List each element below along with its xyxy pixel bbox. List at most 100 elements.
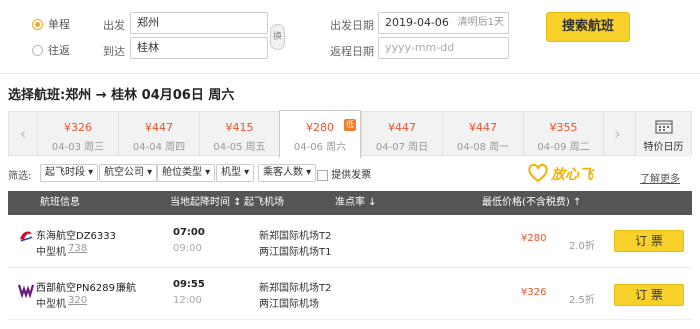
filter-passengers[interactable]: 乘客人数 ▾	[258, 164, 317, 182]
learn-more-link[interactable]: 了解更多	[640, 170, 680, 185]
arrive-time: 09:00	[173, 243, 202, 254]
discount: 2.5折	[569, 295, 595, 306]
depart-city-input[interactable]: 郑州	[130, 12, 268, 34]
radio-dot-icon	[32, 44, 43, 56]
heart-icon	[528, 163, 548, 183]
date-label: 04-05 周五	[213, 142, 266, 153]
filter-text: 乘客人数	[263, 167, 303, 178]
filter-text: 航空公司	[104, 167, 144, 178]
date-label: 04-06 周六	[293, 142, 347, 153]
date-tab[interactable]: ¥355 04-09 周二	[523, 112, 603, 157]
filter-departure-time[interactable]: 起飞时段 ▾	[40, 164, 99, 182]
promo-text: 放心飞	[551, 167, 593, 183]
flight-price: ¥280	[521, 233, 547, 244]
next-dates-button[interactable]: ›	[603, 112, 631, 157]
date-label: 04-04 周四	[132, 142, 186, 153]
header-price[interactable]: 最低价格(不含税费) ↑	[482, 191, 581, 215]
depart-date-label: 出发日期	[330, 19, 374, 32]
divider	[0, 73, 700, 74]
airline-flight-no: 西部航空PN6289	[36, 283, 115, 294]
date-price: ¥447	[469, 121, 497, 134]
depart-time: 07:00	[173, 227, 205, 238]
calendar-label: 特价日历	[643, 142, 684, 153]
checkbox-icon	[317, 169, 328, 181]
date-price: ¥447	[145, 121, 173, 134]
search-flights-button[interactable]: 搜索航班	[546, 12, 630, 42]
low-cost-tag: 廉航	[116, 283, 136, 294]
radio-dot-icon	[32, 18, 43, 30]
arrive-airport: 两江国际机场	[259, 299, 319, 310]
date-label: 04-09 周二	[537, 142, 590, 153]
discount: 2.0折	[569, 241, 595, 252]
date-tab[interactable]: ¥447 04-04 周四	[118, 112, 199, 157]
lowest-price-tag: 低	[344, 119, 356, 131]
header-ontime[interactable]: 准点率 ↓	[335, 191, 377, 215]
date-price: ¥415	[225, 121, 254, 134]
header-ontime-text: 准点率	[335, 197, 365, 208]
filter-cabin[interactable]: 舱位类型 ▾	[157, 164, 216, 182]
fare-calendar-button[interactable]: 特价日历	[635, 112, 691, 157]
date-tab-selected[interactable]: ¥280 04-06 周六 低	[279, 110, 361, 158]
radio-label: 往返	[48, 44, 70, 57]
date-price: ¥355	[549, 121, 578, 134]
depart-date-input[interactable]: 2019-04-06 清明后1天	[378, 12, 509, 34]
flight-row: 西部航空PN6289 廉航 中型机 320 09:55 12:00 新郑国际机场…	[8, 268, 692, 320]
table-header: 航班信息 当地起降时间 ↕ 起飞机场 准点率 ↓ 最低价格(不含税费) ↑	[8, 191, 692, 215]
header-time-text: 当地起降时间	[170, 197, 230, 208]
date-tab[interactable]: ¥326 04-03 周三	[37, 112, 118, 157]
route-title: 选择航班:郑州 → 桂林 04月06日 周六	[8, 88, 235, 103]
arrive-city-input[interactable]: 桂林	[130, 37, 268, 59]
filter-aircraft[interactable]: 机型 ▾	[216, 164, 255, 182]
filter-text: 机型	[221, 167, 241, 178]
header-price-text: 最低价格(不含税费)	[482, 197, 570, 208]
arrive-label: 到达	[103, 45, 125, 58]
date-label: 04-07 周日	[375, 142, 429, 153]
arrive-time: 12:00	[173, 295, 202, 306]
date-label: 04-08 周一	[456, 142, 510, 153]
radio-label: 单程	[48, 18, 70, 31]
west-air-logo	[18, 284, 34, 298]
holiday-hint: 清明后1天	[457, 17, 504, 28]
radio-oneway[interactable]: 单程	[32, 16, 70, 32]
date-price: ¥326	[64, 121, 92, 134]
plane-type: 中型机	[36, 299, 66, 310]
date-label: 04-03 周三	[51, 142, 105, 153]
calendar-icon	[654, 120, 673, 134]
filter-text: 舱位类型	[162, 167, 202, 178]
header-airport: 起飞机场	[244, 197, 284, 208]
plane-model-link[interactable]: 738	[68, 243, 87, 254]
filter-text: 起飞时段	[45, 167, 85, 178]
flight-price: ¥326	[521, 287, 547, 298]
arrive-airport: 两江国际机场T1	[259, 247, 332, 258]
header-info: 航班信息	[40, 197, 80, 208]
date-tab[interactable]: ¥415 04-05 周五	[199, 112, 279, 157]
date-strip: ‹ ¥326 04-03 周三 ¥447 04-04 周四 ¥415 04-05…	[8, 110, 692, 158]
invoice-checkbox[interactable]: 提供发票	[317, 166, 371, 181]
airline-flight-no: 东海航空DZ6333	[36, 231, 116, 242]
swap-cities-button[interactable]: 换	[270, 24, 285, 50]
depart-date-value: 2019-04-06	[385, 16, 449, 29]
book-button[interactable]: 订 票	[614, 230, 684, 252]
header-time[interactable]: 当地起降时间 ↕	[170, 191, 242, 215]
depart-time: 09:55	[173, 279, 205, 290]
plane-model-link[interactable]: 320	[68, 295, 87, 306]
date-tab[interactable]: ¥447 04-08 周一	[442, 112, 523, 157]
donghai-airline-logo	[20, 231, 33, 242]
date-price: ¥447	[388, 121, 416, 134]
flight-row: 东海航空DZ6333 中型机 738 07:00 09:00 新郑国际机场T2 …	[8, 216, 692, 268]
book-button[interactable]: 订 票	[614, 284, 684, 306]
search-panel: 单程 往返 出发 郑州 到达 桂林 换 出发日期 2019-04-06 清明后1…	[0, 0, 700, 70]
return-date-input[interactable]: yyyy-mm-dd	[378, 37, 509, 59]
depart-airport: 新郑国际机场T2	[259, 283, 332, 294]
radio-roundtrip[interactable]: 往返	[32, 42, 70, 58]
prev-dates-button[interactable]: ‹	[9, 112, 37, 157]
depart-label: 出发	[103, 19, 125, 32]
date-tab[interactable]: ¥447 04-07 周日	[361, 112, 442, 157]
filter-airline[interactable]: 航空公司 ▾	[99, 164, 158, 182]
filter-label: 筛选:	[8, 171, 32, 182]
return-date-label: 返程日期	[330, 45, 374, 58]
worry-free-logo: 放心飞	[527, 160, 617, 186]
depart-airport: 新郑国际机场T2	[259, 231, 332, 242]
checkbox-label: 提供发票	[331, 170, 372, 181]
plane-type: 中型机	[36, 247, 66, 258]
